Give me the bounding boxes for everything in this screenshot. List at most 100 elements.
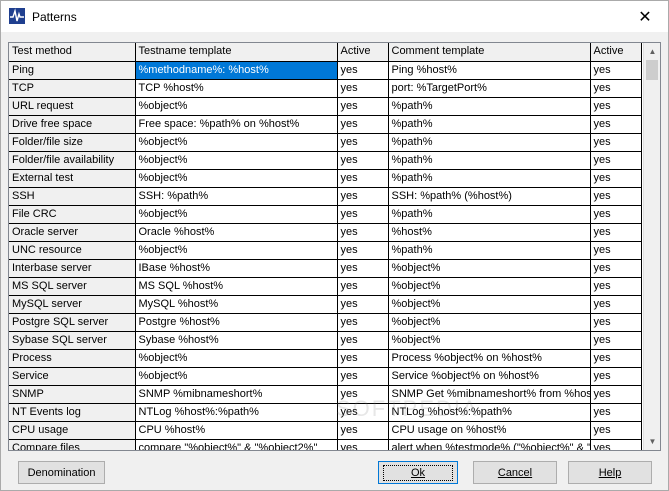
table-row[interactable]: Drive free space Free space: %path% on %h…: [9, 115, 642, 134]
test-method-cell[interactable]: Service: [9, 367, 136, 386]
grid-cell[interactable]: yes: [590, 331, 642, 350]
grid-cell[interactable]: yes: [337, 223, 389, 242]
grid-cell[interactable]: yes: [337, 277, 389, 296]
table-row[interactable]: Compare files compare "%object%" & "%obje…: [9, 439, 642, 450]
grid-cell[interactable]: yes: [337, 133, 389, 152]
grid-cell[interactable]: Process %object% on %host%: [388, 349, 591, 368]
grid-cell[interactable]: yes: [590, 115, 642, 134]
test-method-cell[interactable]: SNMP: [9, 385, 136, 404]
grid-cell[interactable]: CPU usage on %host%: [388, 421, 591, 440]
grid-cell[interactable]: %object%: [135, 367, 338, 386]
grid-cell[interactable]: Oracle %host%: [135, 223, 338, 242]
grid-cell[interactable]: yes: [337, 295, 389, 314]
grid-cell[interactable]: yes: [337, 331, 389, 350]
test-method-cell[interactable]: Ping: [9, 61, 136, 80]
table-row[interactable]: SNMP SNMP %mibnameshort% yes SNMP Get %mibn…: [9, 385, 642, 404]
close-button[interactable]: ✕: [622, 1, 668, 32]
grid-cell[interactable]: yes: [337, 205, 389, 224]
test-method-cell[interactable]: Process: [9, 349, 136, 368]
grid-cell[interactable]: yes: [590, 349, 642, 368]
test-method-cell[interactable]: MySQL server: [9, 295, 136, 314]
grid-cell[interactable]: yes: [337, 79, 389, 98]
grid-cell[interactable]: %path%: [388, 241, 591, 260]
test-method-cell[interactable]: Folder/file size: [9, 133, 136, 152]
grid-cell[interactable]: TCP %host%: [135, 79, 338, 98]
grid-cell[interactable]: %methodname%: %host%: [135, 61, 338, 80]
grid-cell[interactable]: yes: [590, 403, 642, 422]
grid-cell[interactable]: %object%: [135, 241, 338, 260]
grid-cell[interactable]: yes: [590, 151, 642, 170]
test-method-cell[interactable]: Interbase server: [9, 259, 136, 278]
grid-cell[interactable]: Ping %host%: [388, 61, 591, 80]
test-method-cell[interactable]: NT Events log: [9, 403, 136, 422]
grid-cell[interactable]: MS SQL %host%: [135, 277, 338, 296]
grid-cell[interactable]: yes: [590, 61, 642, 80]
table-row[interactable]: TCP TCP %host% yes port: %TargetPort% yes: [9, 79, 642, 98]
test-method-cell[interactable]: Postgre SQL server: [9, 313, 136, 332]
grid-cell[interactable]: NTLog %host%:%path%: [388, 403, 591, 422]
grid-cell[interactable]: yes: [337, 403, 389, 422]
table-row[interactable]: CPU usage CPU %host% yes CPU usage on %host…: [9, 421, 642, 440]
grid-cell[interactable]: %path%: [388, 151, 591, 170]
column-header-3[interactable]: Comment template: [388, 43, 591, 62]
grid-cell[interactable]: yes: [590, 259, 642, 278]
grid-cell[interactable]: yes: [337, 439, 389, 450]
table-row[interactable]: Postgre SQL server Postgre %host% yes %obje…: [9, 313, 642, 332]
grid-cell[interactable]: yes: [590, 385, 642, 404]
grid-cell[interactable]: %object%: [135, 205, 338, 224]
grid-cell[interactable]: yes: [337, 313, 389, 332]
vertical-scrollbar[interactable]: ▲ ▼: [643, 43, 660, 450]
grid-cell[interactable]: Service %object% on %host%: [388, 367, 591, 386]
scroll-thumb[interactable]: [646, 60, 658, 80]
ok-button[interactable]: Ok: [378, 461, 458, 484]
test-method-cell[interactable]: Compare files: [9, 439, 136, 450]
grid-cell[interactable]: yes: [590, 295, 642, 314]
grid-cell[interactable]: yes: [337, 61, 389, 80]
grid-cell[interactable]: yes: [590, 313, 642, 332]
grid-cell[interactable]: %object%: [388, 277, 591, 296]
grid-cell[interactable]: %object%: [135, 169, 338, 188]
denomination-button[interactable]: Denomination: [18, 461, 105, 484]
table-row[interactable]: URL request %object% yes %path% yes: [9, 97, 642, 116]
grid-cell[interactable]: yes: [590, 79, 642, 98]
grid-cell[interactable]: yes: [590, 169, 642, 188]
grid-cell[interactable]: yes: [590, 367, 642, 386]
test-method-cell[interactable]: File CRC: [9, 205, 136, 224]
grid-cell[interactable]: yes: [590, 187, 642, 206]
grid-cell[interactable]: %object%: [135, 97, 338, 116]
test-method-cell[interactable]: CPU usage: [9, 421, 136, 440]
grid-cell[interactable]: yes: [337, 187, 389, 206]
cancel-button[interactable]: Cancel: [473, 461, 557, 484]
help-button[interactable]: Help: [568, 461, 652, 484]
column-header-1[interactable]: Testname template: [135, 43, 338, 62]
test-method-cell[interactable]: UNC resource: [9, 241, 136, 260]
table-row[interactable]: Service %object% yes Service %object% on %h…: [9, 367, 642, 386]
grid-cell[interactable]: %object%: [135, 349, 338, 368]
grid-cell[interactable]: yes: [590, 133, 642, 152]
scroll-down-arrow-icon[interactable]: ▼: [644, 433, 660, 450]
column-header-0[interactable]: Test method: [9, 43, 136, 62]
grid-cell[interactable]: yes: [590, 97, 642, 116]
grid-cell[interactable]: SNMP Get %mibnameshort% from %host%: [388, 385, 591, 404]
grid-cell[interactable]: yes: [590, 421, 642, 440]
table-row[interactable]: Interbase server IBase %host% yes %object% y…: [9, 259, 642, 278]
table-row[interactable]: UNC resource %object% yes %path% yes: [9, 241, 642, 260]
grid-cell[interactable]: %object%: [135, 151, 338, 170]
grid-cell[interactable]: SNMP %mibnameshort%: [135, 385, 338, 404]
test-method-cell[interactable]: TCP: [9, 79, 136, 98]
grid-cell[interactable]: compare "%object%" & "%object2%": [135, 439, 338, 450]
grid-cell[interactable]: IBase %host%: [135, 259, 338, 278]
table-row[interactable]: External test %object% yes %path% yes: [9, 169, 642, 188]
grid-cell[interactable]: SSH: %path% (%host%): [388, 187, 591, 206]
table-row[interactable]: SSH SSH: %path% yes SSH: %path% (%host%) yes: [9, 187, 642, 206]
grid-cell[interactable]: %object%: [388, 259, 591, 278]
table-row[interactable]: Process %object% yes Process %object% on %h…: [9, 349, 642, 368]
grid-cell[interactable]: %path%: [388, 133, 591, 152]
grid-cell[interactable]: %object%: [388, 313, 591, 332]
test-method-cell[interactable]: External test: [9, 169, 136, 188]
grid-cell[interactable]: yes: [590, 439, 642, 450]
test-method-cell[interactable]: Drive free space: [9, 115, 136, 134]
grid-cell[interactable]: yes: [337, 115, 389, 134]
grid-cell[interactable]: %path%: [388, 115, 591, 134]
table-row[interactable]: File CRC %object% yes %path% yes: [9, 205, 642, 224]
